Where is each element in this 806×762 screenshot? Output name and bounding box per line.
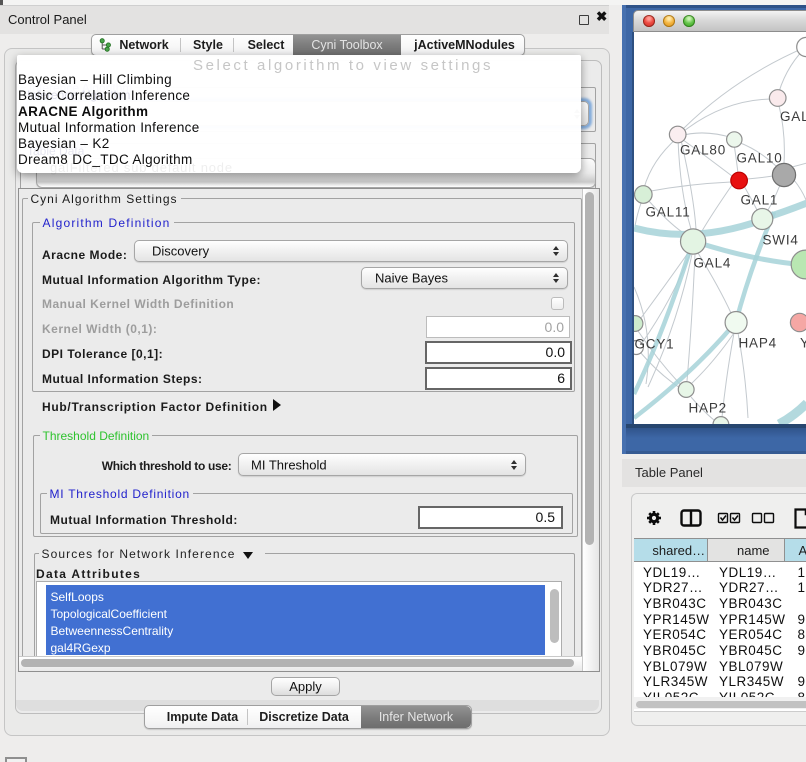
svg-text:YJ: YJ (800, 335, 806, 350)
svg-text:GAL10: GAL10 (736, 150, 782, 165)
svg-text:SWI4: SWI4 (762, 232, 798, 247)
svg-text:GAL1: GAL1 (740, 192, 778, 207)
svg-text:GAL2: GAL2 (780, 109, 806, 124)
svg-text:HAP2: HAP2 (688, 400, 726, 415)
svg-text:GAL80: GAL80 (680, 142, 726, 157)
svg-text:GCY1: GCY1 (634, 336, 674, 351)
svg-text:HAP4: HAP4 (738, 335, 776, 350)
svg-text:GAL4: GAL4 (693, 255, 731, 270)
svg-text:GAL11: GAL11 (645, 204, 690, 219)
